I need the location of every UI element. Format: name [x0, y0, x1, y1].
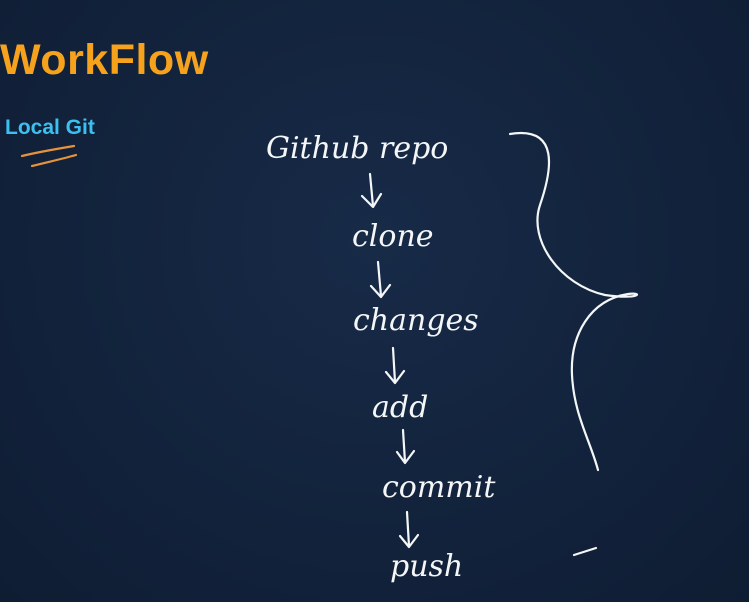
handwritten-flow: Github repo clone changes add commit pus… [266, 131, 639, 584]
arrow-down-icon [398, 510, 420, 549]
step-changes: changes [353, 303, 479, 338]
step-commit: commit [382, 470, 496, 505]
slide-canvas: WorkFlow Local Git Github repo clone cha… [0, 0, 749, 602]
curly-brace-mark [508, 131, 639, 472]
step-clone: clone [352, 219, 434, 254]
step-push: push [390, 549, 463, 584]
arrow-down-icon [384, 346, 406, 385]
arrow-down-icon [395, 428, 416, 465]
step-add: add [372, 390, 428, 425]
arrow-down-icon [360, 172, 383, 209]
dash-mark [572, 546, 598, 557]
step-github-repo: Github repo [266, 131, 448, 166]
arrow-down-icon [369, 260, 392, 299]
